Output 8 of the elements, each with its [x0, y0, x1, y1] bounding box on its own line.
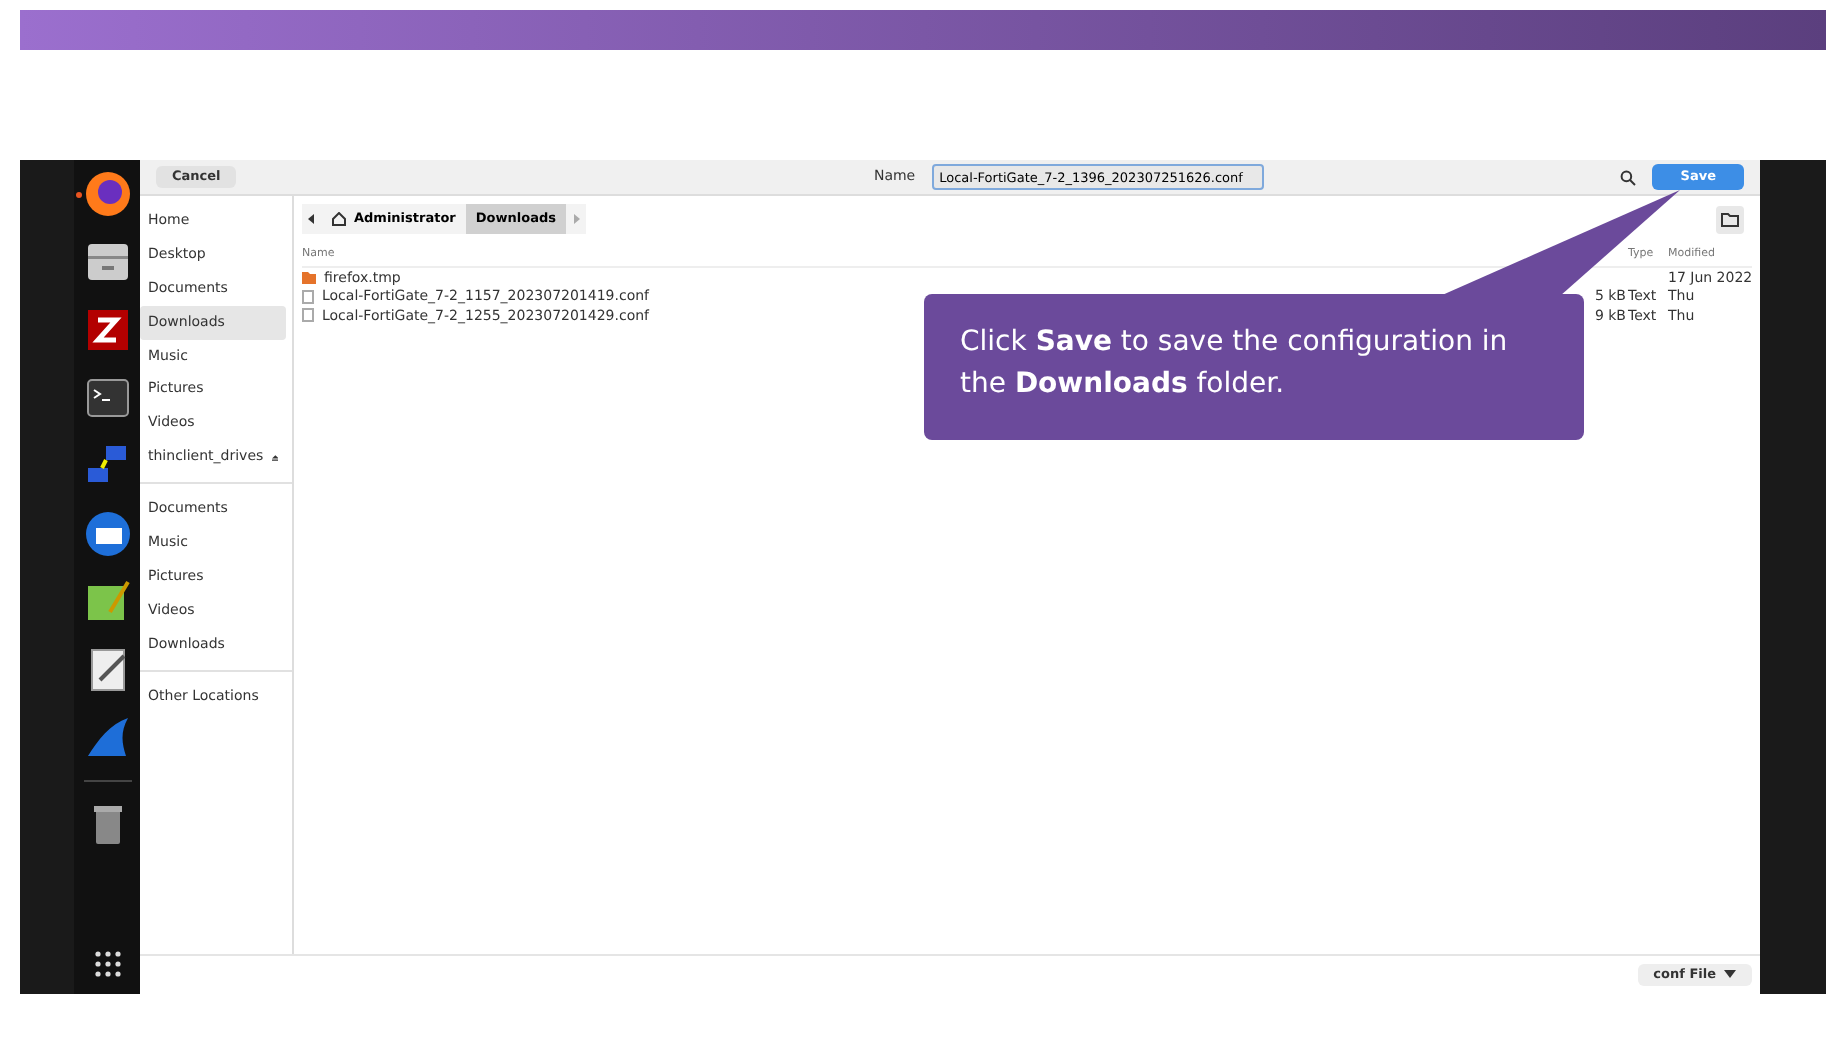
caret-icon — [1724, 970, 1736, 979]
search-icon[interactable] — [1620, 169, 1637, 185]
mail-icon[interactable] — [81, 508, 133, 560]
browser-icon[interactable] — [81, 168, 133, 220]
eject-icon[interactable] — [271, 451, 278, 464]
app-grid-icon[interactable] — [93, 950, 121, 978]
folder-icon — [302, 271, 316, 284]
new-folder-icon[interactable] — [1716, 205, 1744, 233]
